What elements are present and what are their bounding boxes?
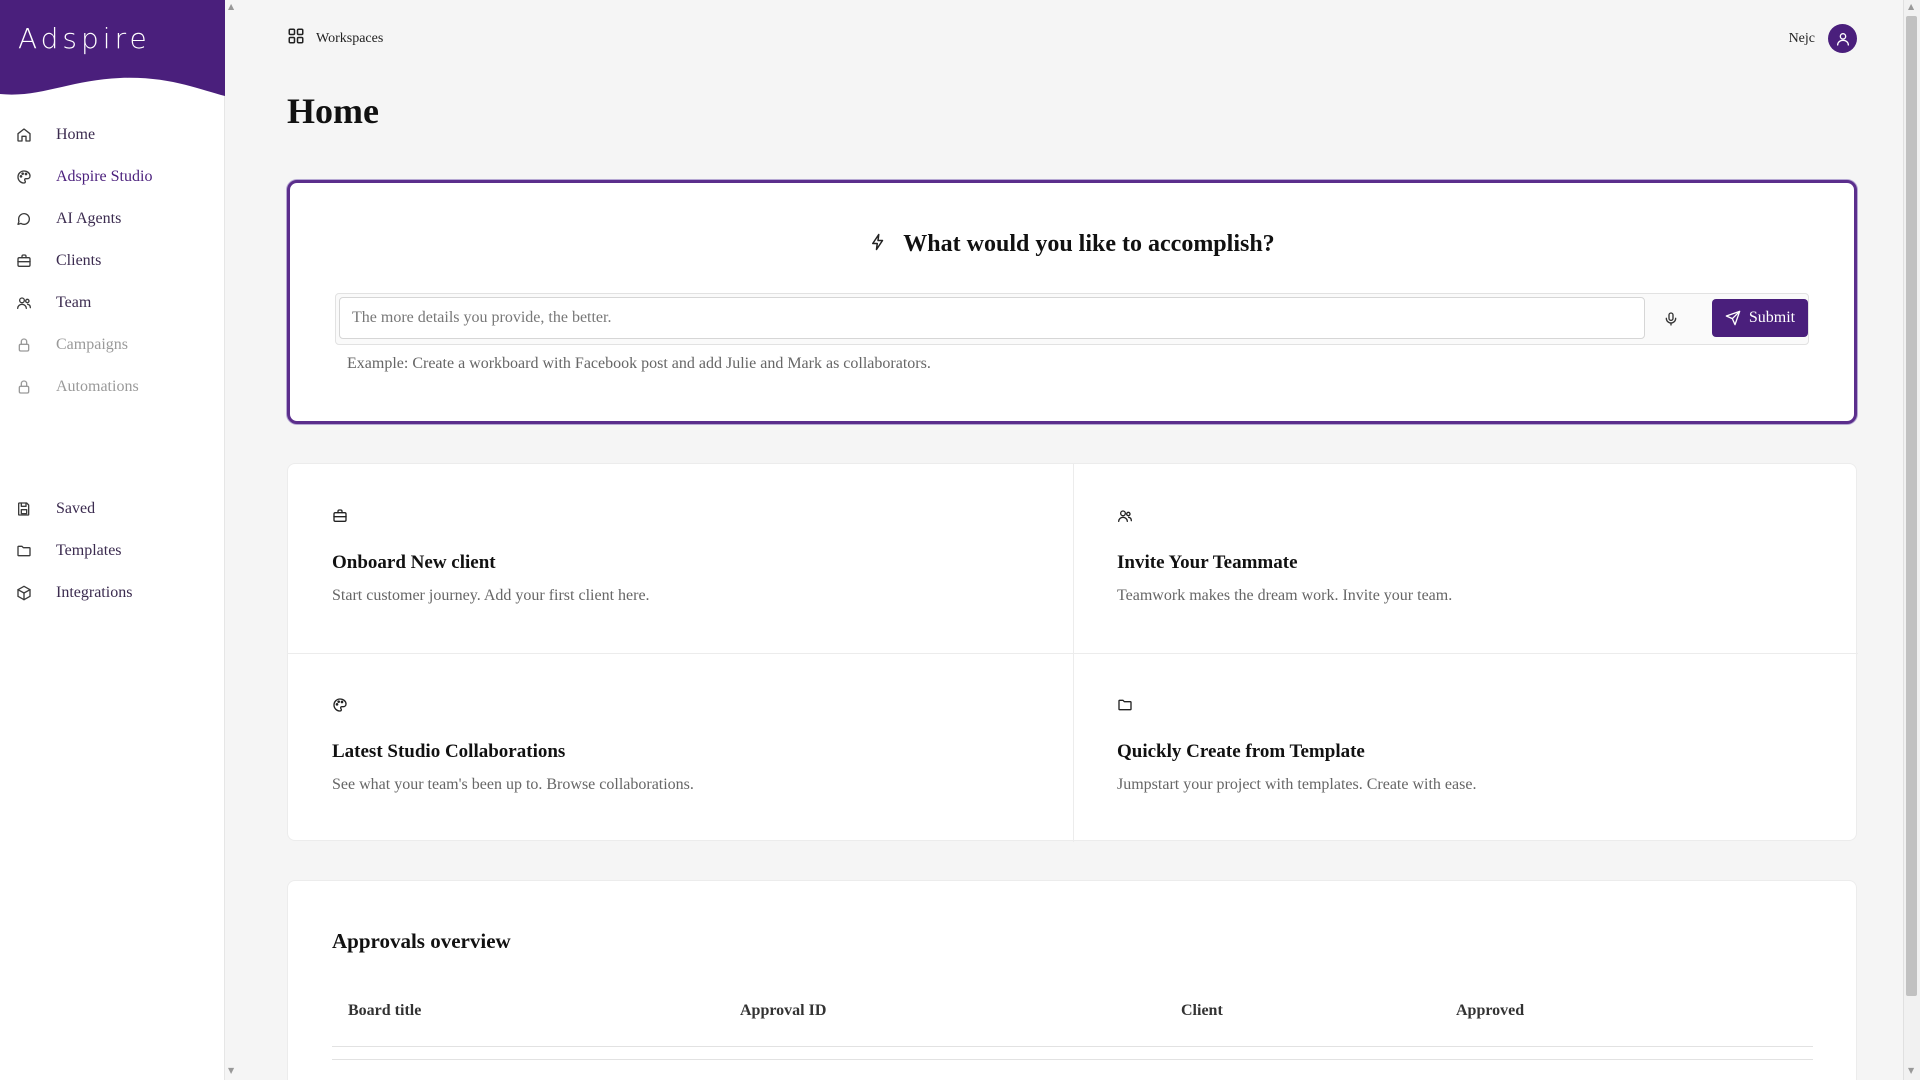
action-title: Quickly Create from Template: [1117, 741, 1365, 762]
microphone-button[interactable]: [1656, 304, 1686, 334]
scroll-up-arrow-icon[interactable]: ▲: [1908, 2, 1914, 11]
grid-icon: [287, 27, 305, 50]
sidebar-item-label: AI Agents: [56, 210, 122, 227]
users-icon: [15, 294, 33, 312]
sidebar-item-campaigns[interactable]: Campaigns: [0, 324, 224, 366]
lightning-icon: [869, 232, 887, 257]
prompt-card: What would you like to accomplish? Submi…: [287, 180, 1857, 424]
user-menu[interactable]: Nejc: [1789, 24, 1857, 53]
action-description: Teamwork makes the dream work. Invite yo…: [1117, 587, 1453, 604]
action-title: Latest Studio Collaborations: [332, 741, 566, 762]
logo-text: Adspire: [18, 22, 151, 55]
sidebar-item-label: Integrations: [56, 584, 133, 601]
lock-icon: [15, 378, 33, 396]
page-scrollbar[interactable]: ▲ ▼: [1903, 0, 1920, 1080]
sidebar-item-label: Saved: [56, 500, 96, 517]
sidebar-item-saved[interactable]: Saved: [0, 488, 224, 530]
prompt-heading-row: What would you like to accomplish?: [290, 231, 1854, 258]
table-row-divider: [332, 1059, 1813, 1060]
users-icon: [1117, 508, 1133, 529]
prompt-heading: What would you like to accomplish?: [903, 231, 1275, 257]
scrollbar-thumb[interactable]: [1906, 16, 1917, 996]
prompt-input[interactable]: [339, 297, 1645, 339]
sidebar-item-clients[interactable]: Clients: [0, 240, 224, 282]
sidebar-nav: Home Adspire Studio AI Agents Clients Te…: [0, 114, 224, 408]
avatar[interactable]: [1828, 24, 1857, 53]
logo-header[interactable]: Adspire: [0, 0, 225, 100]
briefcase-icon: [15, 252, 33, 270]
action-title: Onboard New client: [332, 552, 496, 573]
action-create-from-template[interactable]: Quickly Create from Template Jumpstart y…: [1073, 653, 1858, 842]
sidebar-scrollbar[interactable]: ▲ ▼: [225, 0, 240, 1080]
sidebar-item-label: Templates: [56, 542, 122, 559]
scroll-up-arrow-icon[interactable]: ▲: [228, 2, 234, 11]
microphone-icon: [1665, 312, 1677, 326]
submit-label: Submit: [1748, 309, 1796, 326]
action-invite-teammate[interactable]: Invite Your Teammate Teamwork makes the …: [1073, 464, 1858, 653]
column-header-board-title[interactable]: Board title: [348, 1002, 421, 1020]
sidebar-item-ai-agents[interactable]: AI Agents: [0, 198, 224, 240]
workspaces-button[interactable]: Workspaces: [287, 27, 383, 50]
sidebar-item-label: Home: [56, 126, 96, 143]
action-description: Jumpstart your project with templates. C…: [1117, 776, 1477, 793]
sidebar-item-label: Clients: [56, 252, 102, 269]
approvals-overview: Approvals overview Board title Approval …: [287, 880, 1857, 1080]
sidebar: Adspire Home Adspire Studio AI Agents Cl…: [0, 0, 225, 1080]
palette-icon: [15, 168, 33, 186]
prompt-example-text: Example: Create a workboard with Faceboo…: [347, 355, 931, 372]
column-header-approved[interactable]: Approved: [1456, 1002, 1524, 1020]
sidebar-item-integrations[interactable]: Integrations: [0, 572, 224, 614]
approvals-title: Approvals overview: [332, 929, 511, 953]
sidebar-item-label: Automations: [56, 378, 139, 395]
palette-icon: [332, 697, 348, 718]
send-icon: [1725, 310, 1741, 326]
page-title: Home: [287, 91, 379, 131]
sidebar-item-templates[interactable]: Templates: [0, 530, 224, 572]
sidebar-item-label: Adspire Studio: [56, 168, 153, 185]
sidebar-item-team[interactable]: Team: [0, 282, 224, 324]
sidebar-item-label: Team: [56, 294, 92, 311]
prompt-input-row: Submit: [335, 293, 1809, 345]
save-icon: [15, 500, 33, 518]
action-title: Invite Your Teammate: [1117, 552, 1298, 573]
submit-button[interactable]: Submit: [1712, 299, 1808, 337]
action-description: Start customer journey. Add your first c…: [332, 587, 650, 604]
sidebar-item-home[interactable]: Home: [0, 114, 224, 156]
briefcase-icon: [332, 508, 348, 529]
action-description: See what your team's been up to. Browse …: [332, 776, 694, 793]
table-header: Board title Approval ID Client Approved: [332, 993, 1813, 1047]
quick-actions-grid: Onboard New client Start customer journe…: [287, 463, 1858, 842]
chat-icon: [15, 210, 33, 228]
lock-icon: [15, 336, 33, 354]
sidebar-item-automations[interactable]: Automations: [0, 366, 224, 408]
cube-icon: [15, 584, 33, 602]
sidebar-secondary-nav: Saved Templates Integrations: [0, 488, 224, 614]
column-header-approval-id[interactable]: Approval ID: [740, 1002, 826, 1020]
scroll-down-arrow-icon[interactable]: ▼: [1908, 1066, 1914, 1075]
workspaces-label: Workspaces: [316, 30, 384, 46]
folder-icon: [1117, 697, 1133, 718]
action-studio-collaborations[interactable]: Latest Studio Collaborations See what yo…: [288, 653, 1073, 842]
sidebar-item-label: Campaigns: [56, 336, 128, 353]
column-header-client[interactable]: Client: [1181, 1002, 1223, 1020]
action-onboard-client[interactable]: Onboard New client Start customer journe…: [288, 464, 1073, 653]
user-name: Nejc: [1788, 30, 1815, 46]
user-icon: [1836, 32, 1849, 46]
scroll-down-arrow-icon[interactable]: ▼: [228, 1066, 234, 1075]
home-icon: [15, 126, 33, 144]
folder-icon: [15, 542, 33, 560]
sidebar-item-adspire-studio[interactable]: Adspire Studio: [0, 156, 224, 198]
